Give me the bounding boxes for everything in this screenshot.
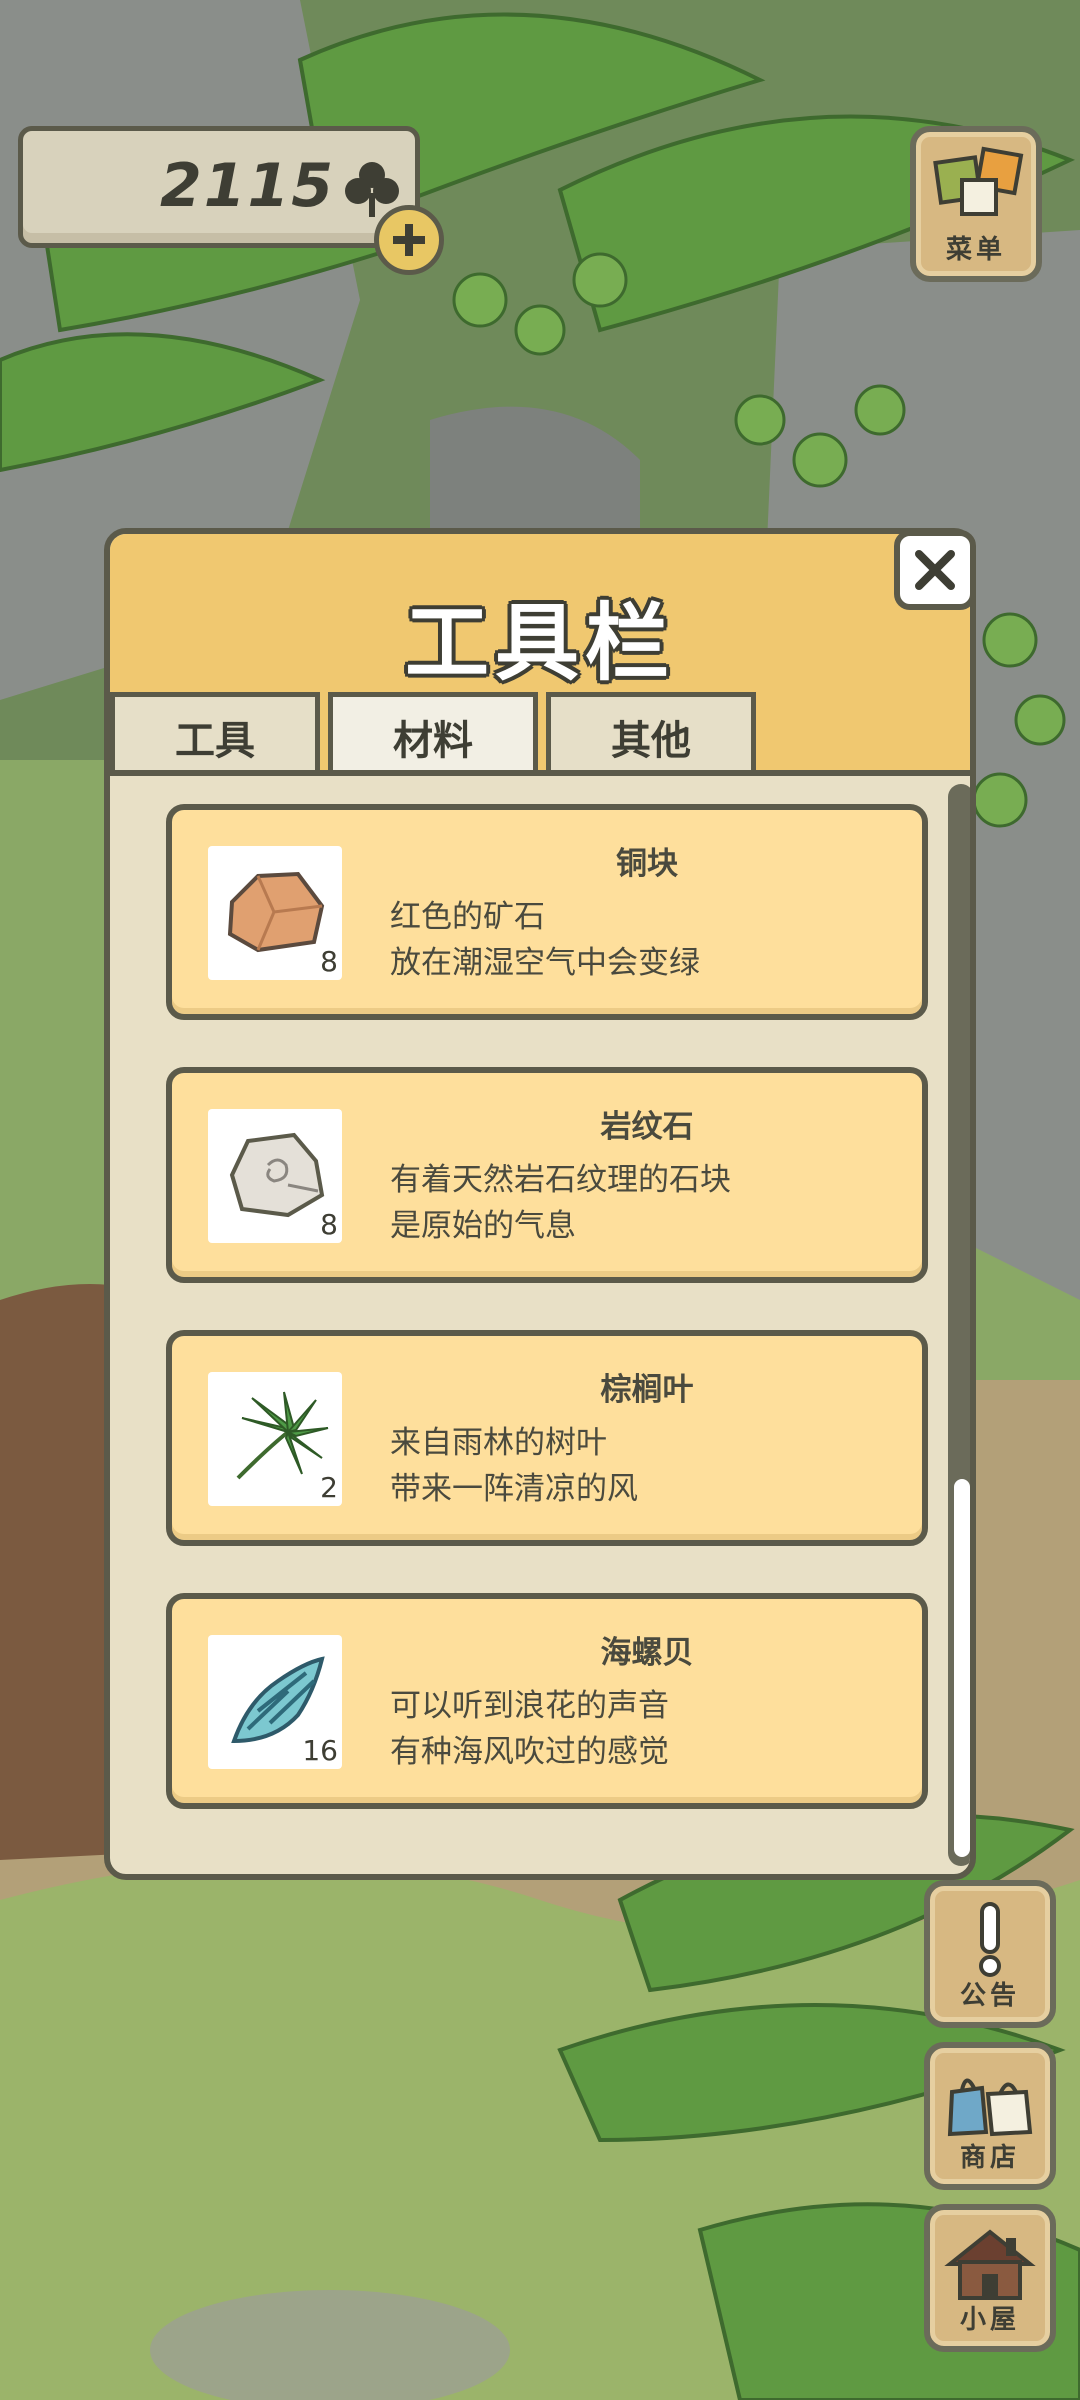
- item-description: 来自雨林的树叶 带来一阵清凉的风: [390, 1420, 638, 1512]
- item-description: 红色的矿石 放在潮湿空气中会变绿: [390, 894, 700, 986]
- item-name: 棕榈叶: [600, 1372, 694, 1408]
- item-count: 8: [320, 1208, 338, 1241]
- house-button[interactable]: 小屋: [924, 2204, 1056, 2352]
- tab-others[interactable]: 其他: [546, 692, 756, 776]
- shop-bags-icon: [947, 2078, 1033, 2137]
- tab-tools[interactable]: 工具: [110, 692, 320, 776]
- tab-materials[interactable]: 材料: [328, 692, 538, 776]
- item-desc-line1: 有着天然岩石纹理的石块: [390, 1162, 731, 1198]
- item-desc-line2: 放在潮湿空气中会变绿: [390, 945, 700, 981]
- item-count: 8: [320, 945, 338, 978]
- item-desc-line1: 来自雨林的树叶: [390, 1425, 607, 1461]
- item-desc-line1: 红色的矿石: [390, 899, 545, 935]
- menu-label: 菜单: [945, 235, 1006, 265]
- plus-icon: [393, 224, 425, 256]
- close-icon: [915, 550, 955, 590]
- palm-leaf-icon: [236, 1391, 329, 1480]
- item-thumbnail: 2: [208, 1372, 342, 1506]
- shop-button[interactable]: 商店: [924, 2042, 1056, 2190]
- item-desc-line2: 带来一阵清凉的风: [390, 1471, 638, 1507]
- item-name: 海螺贝: [600, 1635, 694, 1671]
- item-count: 16: [302, 1734, 338, 1767]
- list-item[interactable]: 2 棕榈叶 来自雨林的树叶 带来一阵清凉的风: [166, 1330, 928, 1546]
- item-description: 有着天然岩石纹理的石块 是原始的气息: [390, 1157, 731, 1249]
- list-item[interactable]: 16 海螺贝 可以听到浪花的声音 有种海风吹过的感觉: [166, 1593, 928, 1809]
- copper-ore-icon: [227, 871, 325, 953]
- close-button[interactable]: [894, 530, 976, 610]
- item-name: 铜块: [616, 846, 678, 882]
- shop-label: 商店: [959, 2143, 1020, 2173]
- item-thumbnail: 16: [208, 1635, 342, 1769]
- rock-stone-icon: [229, 1132, 325, 1218]
- menu-button[interactable]: 菜单: [910, 126, 1042, 282]
- house-label: 小屋: [959, 2305, 1020, 2335]
- list-item[interactable]: 8 铜块 红色的矿石 放在潮湿空气中会变绿: [166, 804, 928, 1020]
- toolbar-dialog: 工具栏 工具 材料 其他 8 铜块 红色的矿石 放在潮湿空气中会变绿 8 岩纹石…: [104, 528, 976, 1880]
- dialog-title: 工具栏: [404, 594, 675, 692]
- item-thumbnail: 8: [208, 1109, 342, 1243]
- clover-amount: 2115: [160, 151, 335, 221]
- item-desc-line2: 是原始的气息: [390, 1208, 576, 1244]
- scrollbar-thumb[interactable]: [954, 1479, 970, 1857]
- item-description: 可以听到浪花的声音 有种海风吹过的感觉: [390, 1683, 669, 1775]
- clover-counter: 2115: [18, 126, 420, 248]
- item-count: 2: [320, 1471, 338, 1504]
- item-desc-line2: 有种海风吹过的感觉: [390, 1734, 669, 1770]
- list-item[interactable]: 8 岩纹石 有着天然岩石纹理的石块 是原始的气息: [166, 1067, 928, 1283]
- item-desc-line1: 可以听到浪花的声音: [390, 1688, 669, 1724]
- add-clover-button[interactable]: [374, 205, 444, 275]
- announcement-label: 公告: [959, 1981, 1020, 2011]
- announcement-button[interactable]: 公告: [924, 1880, 1056, 2028]
- house-icon: [944, 2229, 1036, 2300]
- materials-list[interactable]: 8 铜块 红色的矿石 放在潮湿空气中会变绿 8 岩纹石 有着天然岩石纹理的石块: [166, 804, 928, 1856]
- menu-cards-icon: [933, 146, 1024, 216]
- exclamation-icon: [979, 1902, 1001, 1977]
- item-thumbnail: 8: [208, 846, 342, 980]
- tab-divider: [110, 770, 970, 776]
- item-name: 岩纹石: [600, 1109, 694, 1145]
